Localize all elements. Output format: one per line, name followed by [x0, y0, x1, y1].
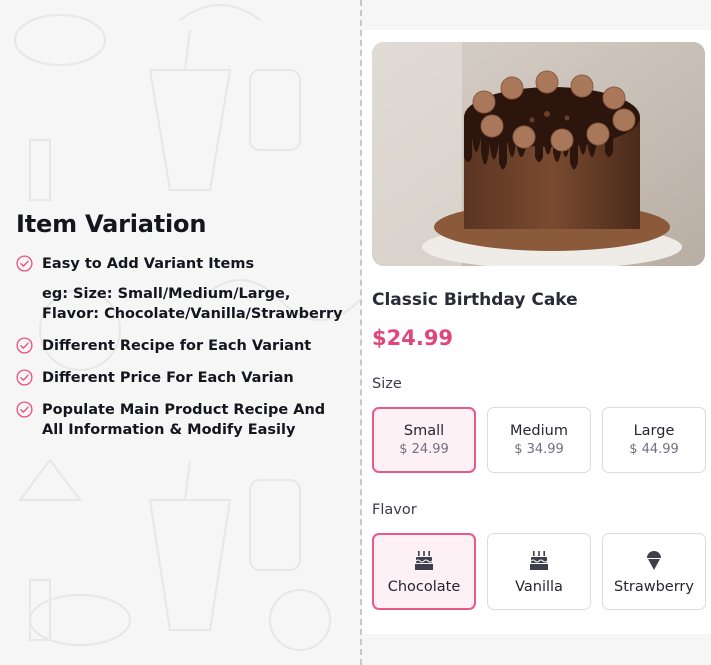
product-price: $24.99 [372, 326, 454, 350]
product-card: Classic Birthday Cake $24.99 Size Small … [362, 30, 711, 634]
flavor-option-strawberry[interactable]: Strawberry [602, 533, 706, 610]
check-circle-icon [16, 401, 33, 418]
feature-text: Different Recipe for Each Variant [42, 338, 312, 354]
feature-item: Easy to Add Variant Items [16, 254, 351, 274]
feature-item: Different Recipe for Each Variant [16, 336, 351, 356]
option-name: Medium [510, 423, 568, 439]
feature-item: Populate Main Product Recipe And All Inf… [16, 400, 351, 440]
product-image [372, 42, 705, 266]
size-options: Small $ 24.99 Medium $ 34.99 Large $ 44.… [372, 407, 706, 473]
example-line: eg: Size: Small/Medium/Large, [42, 286, 291, 302]
feature-text: Easy to Add Variant Items [42, 256, 255, 272]
flavor-label: Flavor [372, 502, 417, 518]
feature-text: Populate Main Product Recipe And [42, 402, 326, 418]
size-label: Size [372, 376, 402, 392]
ice-cream-icon [647, 550, 661, 570]
option-price: $ 24.99 [399, 442, 449, 457]
option-name: Large [633, 423, 675, 439]
flavor-option-chocolate[interactable]: Chocolate [372, 533, 476, 610]
product-name: Classic Birthday Cake [372, 290, 578, 310]
option-name: Chocolate [387, 578, 461, 595]
option-name: Strawberry [614, 578, 694, 595]
flavor-option-vanilla[interactable]: Vanilla [487, 533, 591, 610]
size-option-medium[interactable]: Medium $ 34.99 [487, 407, 591, 473]
check-circle-icon [16, 255, 33, 272]
size-option-small[interactable]: Small $ 24.99 [372, 407, 476, 473]
cake-icon [530, 550, 548, 570]
feature-title: Item Variation [16, 210, 207, 238]
cake-icon [415, 550, 433, 570]
size-option-large[interactable]: Large $ 44.99 [602, 407, 706, 473]
option-name: Vanilla [515, 578, 563, 595]
option-price: $ 44.99 [629, 442, 679, 457]
feature-text: Different Price For Each Varian [42, 370, 294, 386]
chocolate-cake-photo [372, 42, 705, 266]
feature-list: Item Variation Easy to Add Variant Items… [16, 210, 351, 452]
check-circle-icon [16, 337, 33, 354]
option-price: $ 34.99 [514, 442, 564, 457]
flavor-options: Chocolate Vanilla Strawberry [372, 533, 706, 610]
option-name: Small [403, 423, 445, 439]
feature-item: Different Price For Each Varian [16, 368, 351, 388]
variant-example: eg: Size: Small/Medium/Large, Flavor: Ch… [42, 284, 351, 324]
feature-text: All Information & Modify Easily [42, 422, 296, 438]
check-circle-icon [16, 369, 33, 386]
example-line: Flavor: Chocolate/Vanilla/Strawberry [42, 306, 343, 322]
